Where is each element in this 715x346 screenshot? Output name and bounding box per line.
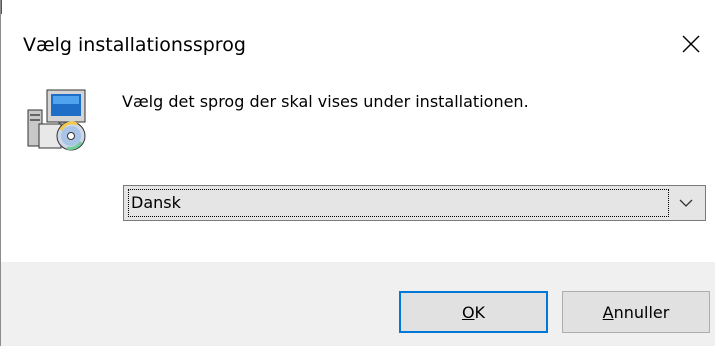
dropdown-toggle[interactable] [673, 186, 699, 220]
cancel-button[interactable]: Annuller [562, 291, 710, 333]
language-select-value: Dansk [128, 189, 669, 217]
prompt-text: Vælg det sprog der skal vises under inst… [122, 92, 529, 111]
close-icon [682, 35, 700, 53]
ok-button[interactable]: OK [399, 291, 548, 333]
window-edge [1, 0, 2, 14]
ok-accelerator: O [461, 302, 475, 322]
cancel-accelerator: A [602, 302, 614, 322]
language-select[interactable]: Dansk [123, 185, 706, 221]
close-button[interactable] [673, 26, 709, 62]
language-dialog: Vælg installationssprog Vælg det sprog d… [0, 0, 715, 346]
chevron-down-icon [679, 199, 693, 207]
ok-label-rest: K [474, 302, 486, 322]
cancel-label-rest: nnuller [613, 302, 670, 322]
setup-computer-cd-icon [27, 89, 86, 151]
dialog-title: Vælg installationssprog [23, 34, 246, 56]
